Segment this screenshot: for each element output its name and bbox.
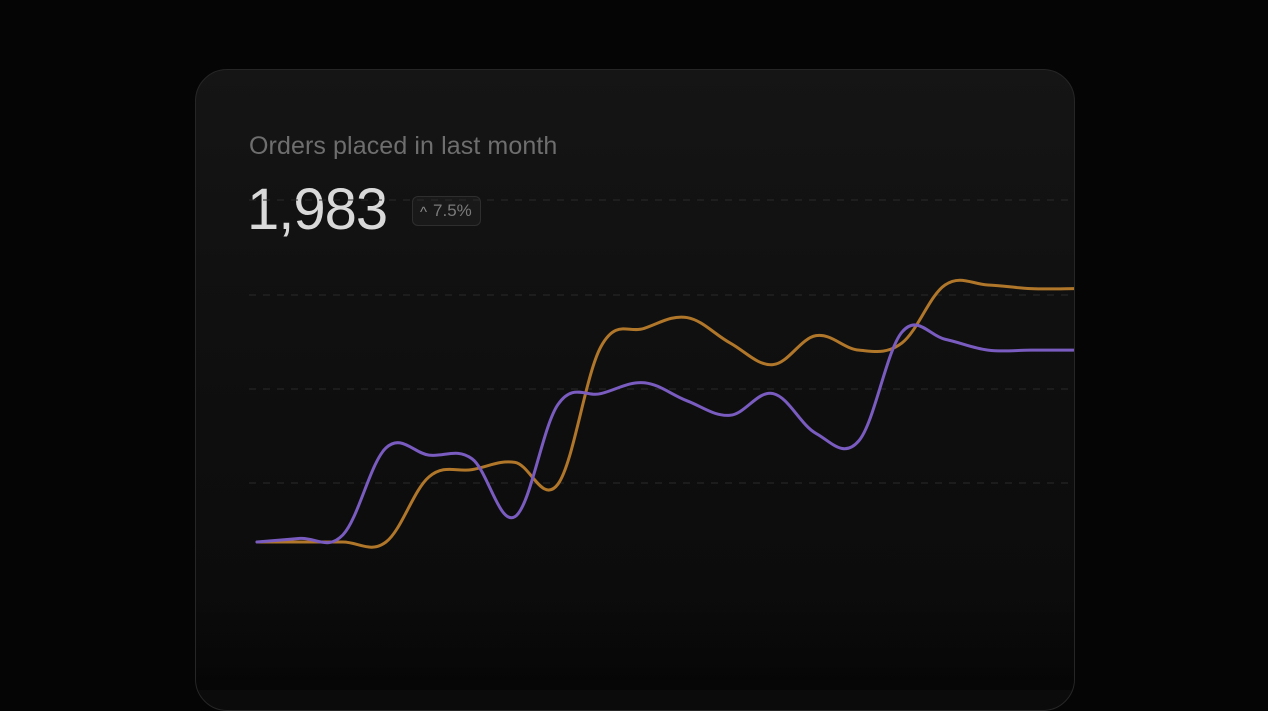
orders-card: Orders placed in last month 1,983 ^ 7.5% — [195, 69, 1075, 711]
series-line-orange — [255, 278, 1074, 549]
series-line-purple — [255, 323, 1074, 545]
orders-line-chart — [249, 199, 1074, 549]
